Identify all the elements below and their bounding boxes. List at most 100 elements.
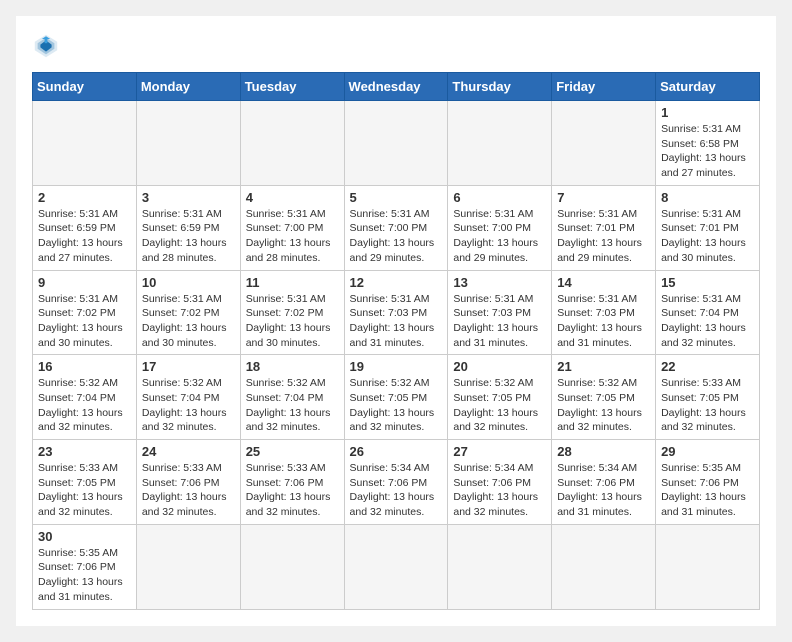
day-number: 1	[661, 105, 754, 120]
day-number: 23	[38, 444, 131, 459]
day-info: Sunrise: 5:31 AMSunset: 6:59 PMDaylight:…	[142, 207, 235, 266]
day-info: Sunrise: 5:31 AMSunset: 7:00 PMDaylight:…	[246, 207, 339, 266]
calendar-cell: 23 Sunrise: 5:33 AMSunset: 7:05 PMDayligh…	[33, 440, 137, 525]
calendar-cell: 17 Sunrise: 5:32 AMSunset: 7:04 PMDayligh…	[136, 355, 240, 440]
day-info: Sunrise: 5:31 AMSunset: 7:04 PMDaylight:…	[661, 292, 754, 351]
weekday-header-friday: Friday	[552, 73, 656, 101]
calendar-week-5: 23 Sunrise: 5:33 AMSunset: 7:05 PMDayligh…	[33, 440, 760, 525]
day-number: 29	[661, 444, 754, 459]
calendar-cell: 28Sunrise: 5:34 AMSunset: 7:06 PMDayligh…	[552, 440, 656, 525]
weekday-header-tuesday: Tuesday	[240, 73, 344, 101]
logo-icon	[32, 32, 60, 60]
day-number: 25	[246, 444, 339, 459]
calendar-cell: 13 Sunrise: 5:31 AMSunset: 7:03 PMDayligh…	[448, 270, 552, 355]
day-info: Sunrise: 5:32 AMSunset: 7:04 PMDaylight:…	[142, 376, 235, 435]
weekday-header-thursday: Thursday	[448, 73, 552, 101]
calendar-page: SundayMondayTuesdayWednesdayThursdayFrid…	[16, 16, 776, 626]
calendar-week-1: 1 Sunrise: 5:31 AMSunset: 6:58 PMDaylight…	[33, 101, 760, 186]
calendar-cell: 12Sunrise: 5:31 AMSunset: 7:03 PMDayligh…	[344, 270, 448, 355]
calendar-cell	[552, 524, 656, 609]
calendar-cell: 3 Sunrise: 5:31 AMSunset: 6:59 PMDaylight…	[136, 185, 240, 270]
calendar-cell: 8 Sunrise: 5:31 AMSunset: 7:01 PMDaylight…	[656, 185, 760, 270]
day-number: 11	[246, 275, 339, 290]
weekday-header-sunday: Sunday	[33, 73, 137, 101]
calendar-cell: 19Sunrise: 5:32 AMSunset: 7:05 PMDayligh…	[344, 355, 448, 440]
weekday-header-wednesday: Wednesday	[344, 73, 448, 101]
day-number: 18	[246, 359, 339, 374]
calendar-cell: 7 Sunrise: 5:31 AMSunset: 7:01 PMDaylight…	[552, 185, 656, 270]
day-number: 4	[246, 190, 339, 205]
calendar-cell	[448, 524, 552, 609]
calendar-week-3: 9 Sunrise: 5:31 AMSunset: 7:02 PMDaylight…	[33, 270, 760, 355]
calendar-cell: 25 Sunrise: 5:33 AMSunset: 7:06 PMDayligh…	[240, 440, 344, 525]
calendar-cell	[552, 101, 656, 186]
day-info: Sunrise: 5:31 AMSunset: 7:02 PMDaylight:…	[38, 292, 131, 351]
calendar-cell: 26Sunrise: 5:34 AMSunset: 7:06 PMDayligh…	[344, 440, 448, 525]
day-info: Sunrise: 5:33 AMSunset: 7:06 PMDaylight:…	[142, 461, 235, 520]
weekday-header-monday: Monday	[136, 73, 240, 101]
calendar-cell	[344, 101, 448, 186]
logo	[32, 32, 64, 60]
calendar-cell: 30 Sunrise: 5:35 AMSunset: 7:06 PMDayligh…	[33, 524, 137, 609]
calendar-cell: 16 Sunrise: 5:32 AMSunset: 7:04 PMDayligh…	[33, 355, 137, 440]
day-info: Sunrise: 5:31 AMSunset: 7:02 PMDaylight:…	[142, 292, 235, 351]
day-number: 7	[557, 190, 650, 205]
day-info: Sunrise: 5:31 AMSunset: 6:59 PMDaylight:…	[38, 207, 131, 266]
day-number: 21	[557, 359, 650, 374]
calendar-cell: 4 Sunrise: 5:31 AMSunset: 7:00 PMDaylight…	[240, 185, 344, 270]
day-info: Sunrise: 5:33 AMSunset: 7:06 PMDaylight:…	[246, 461, 339, 520]
calendar-cell	[240, 524, 344, 609]
day-number: 19	[350, 359, 443, 374]
calendar-cell: 27 Sunrise: 5:34 AMSunset: 7:06 PMDayligh…	[448, 440, 552, 525]
calendar-cell: 18 Sunrise: 5:32 AMSunset: 7:04 PMDayligh…	[240, 355, 344, 440]
day-info: Sunrise: 5:31 AMSunset: 7:03 PMDaylight:…	[350, 292, 443, 351]
day-number: 15	[661, 275, 754, 290]
day-number: 9	[38, 275, 131, 290]
day-info: Sunrise: 5:34 AMSunset: 7:06 PMDaylight:…	[350, 461, 443, 520]
day-number: 16	[38, 359, 131, 374]
day-info: Sunrise: 5:31 AMSunset: 7:03 PMDaylight:…	[557, 292, 650, 351]
day-info: Sunrise: 5:33 AMSunset: 7:05 PMDaylight:…	[661, 376, 754, 435]
calendar-cell: 10Sunrise: 5:31 AMSunset: 7:02 PMDayligh…	[136, 270, 240, 355]
calendar-cell	[136, 101, 240, 186]
day-number: 27	[453, 444, 546, 459]
day-info: Sunrise: 5:32 AMSunset: 7:04 PMDaylight:…	[246, 376, 339, 435]
day-number: 5	[350, 190, 443, 205]
day-number: 22	[661, 359, 754, 374]
calendar-cell	[344, 524, 448, 609]
day-number: 24	[142, 444, 235, 459]
day-info: Sunrise: 5:31 AMSunset: 7:01 PMDaylight:…	[557, 207, 650, 266]
day-number: 6	[453, 190, 546, 205]
calendar-cell: 29 Sunrise: 5:35 AMSunset: 7:06 PMDayligh…	[656, 440, 760, 525]
day-number: 3	[142, 190, 235, 205]
day-info: Sunrise: 5:31 AMSunset: 7:03 PMDaylight:…	[453, 292, 546, 351]
day-info: Sunrise: 5:31 AMSunset: 7:01 PMDaylight:…	[661, 207, 754, 266]
calendar-cell: 20Sunrise: 5:32 AMSunset: 7:05 PMDayligh…	[448, 355, 552, 440]
calendar-cell: 11 Sunrise: 5:31 AMSunset: 7:02 PMDayligh…	[240, 270, 344, 355]
day-number: 30	[38, 529, 131, 544]
weekday-header-row: SundayMondayTuesdayWednesdayThursdayFrid…	[33, 73, 760, 101]
day-info: Sunrise: 5:35 AMSunset: 7:06 PMDaylight:…	[38, 546, 131, 605]
day-info: Sunrise: 5:34 AMSunset: 7:06 PMDaylight:…	[557, 461, 650, 520]
day-info: Sunrise: 5:31 AMSunset: 7:02 PMDaylight:…	[246, 292, 339, 351]
day-info: Sunrise: 5:31 AMSunset: 6:58 PMDaylight:…	[661, 122, 754, 181]
day-info: Sunrise: 5:34 AMSunset: 7:06 PMDaylight:…	[453, 461, 546, 520]
calendar-cell: 15 Sunrise: 5:31 AMSunset: 7:04 PMDayligh…	[656, 270, 760, 355]
day-number: 17	[142, 359, 235, 374]
calendar-cell: 14Sunrise: 5:31 AMSunset: 7:03 PMDayligh…	[552, 270, 656, 355]
day-info: Sunrise: 5:31 AMSunset: 7:00 PMDaylight:…	[350, 207, 443, 266]
calendar-cell	[136, 524, 240, 609]
day-number: 2	[38, 190, 131, 205]
day-info: Sunrise: 5:32 AMSunset: 7:05 PMDaylight:…	[557, 376, 650, 435]
day-number: 20	[453, 359, 546, 374]
day-number: 13	[453, 275, 546, 290]
day-number: 8	[661, 190, 754, 205]
day-info: Sunrise: 5:32 AMSunset: 7:04 PMDaylight:…	[38, 376, 131, 435]
calendar-cell: 24 Sunrise: 5:33 AMSunset: 7:06 PMDayligh…	[136, 440, 240, 525]
calendar-cell: 9 Sunrise: 5:31 AMSunset: 7:02 PMDaylight…	[33, 270, 137, 355]
calendar-cell: 22 Sunrise: 5:33 AMSunset: 7:05 PMDayligh…	[656, 355, 760, 440]
day-info: Sunrise: 5:35 AMSunset: 7:06 PMDaylight:…	[661, 461, 754, 520]
header	[32, 32, 760, 60]
day-info: Sunrise: 5:33 AMSunset: 7:05 PMDaylight:…	[38, 461, 131, 520]
calendar-cell	[656, 524, 760, 609]
